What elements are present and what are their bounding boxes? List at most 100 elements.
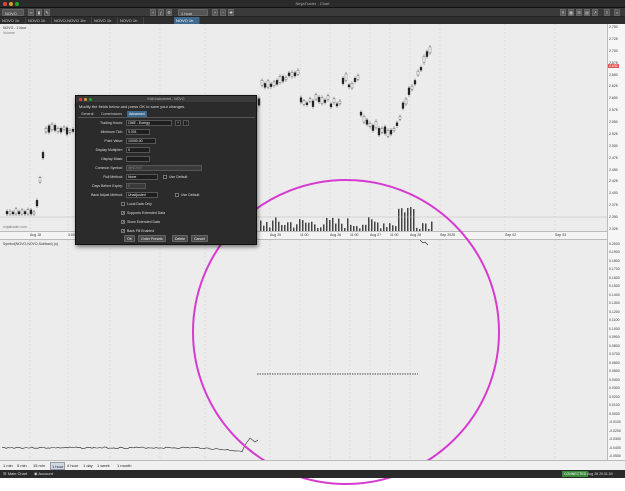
- min-tick-input[interactable]: 0.001: [126, 129, 150, 135]
- close-chart-icon[interactable]: ×: [614, 9, 620, 16]
- time-axis-tick: Aug 27: [370, 233, 382, 237]
- grid-icon[interactable]: ▦: [568, 9, 574, 16]
- display-multiplier-input[interactable]: 0: [126, 147, 150, 153]
- timeframe-button[interactable]: 15 min: [32, 462, 46, 470]
- order-presets-button[interactable]: Order Presets: [138, 235, 166, 242]
- time-axis-tick: Sep 2025: [440, 233, 455, 237]
- zoom-in-icon[interactable]: +: [212, 9, 218, 16]
- show-extended-checkbox[interactable]: ✓: [121, 220, 125, 224]
- properties-icon[interactable]: ☰: [576, 9, 582, 16]
- timeframe-button[interactable]: 1 hour: [50, 462, 66, 470]
- volume-bar: [398, 208, 400, 231]
- spread-axis-tick: 0.1500: [609, 284, 620, 289]
- volume-bar: [407, 207, 409, 231]
- candle: [329, 103, 333, 108]
- candle: [416, 71, 420, 76]
- timeframe-button[interactable]: 5 min: [16, 462, 28, 470]
- candle: [410, 85, 414, 90]
- candle: [362, 116, 366, 123]
- volume-bar: [350, 224, 352, 231]
- instrument-selector[interactable]: NOVO: [2, 9, 24, 16]
- volume-bar: [425, 223, 427, 231]
- candle: [308, 98, 312, 102]
- cancel-button[interactable]: Cancel: [191, 235, 208, 242]
- display-mask-input[interactable]: [126, 156, 150, 162]
- add-trading-hours-button[interactable]: +: [175, 120, 181, 126]
- candle: [269, 83, 273, 87]
- volume-bar: [347, 218, 349, 231]
- interval-selector[interactable]: 1 hour: [178, 9, 208, 16]
- timeframe-button[interactable]: 1 day: [82, 462, 94, 470]
- timeframe-button[interactable]: 1 min: [2, 462, 14, 470]
- days-before-expiry-input[interactable]: 0: [126, 183, 146, 189]
- timeframe-bar: 1 min 5 min 15 min 1 hour 4 hour 1 day 1 week 1…: [0, 460, 625, 470]
- point-value-label: Point Value:: [104, 139, 123, 143]
- zoom-out-icon[interactable]: −: [220, 9, 226, 16]
- volume-bar: [386, 227, 388, 231]
- local-data-only-checkbox[interactable]: [121, 202, 125, 206]
- back-fill-checkbox[interactable]: ✓: [121, 229, 125, 233]
- timeframe-button[interactable]: 1 week: [96, 462, 111, 470]
- account-tab[interactable]: ◉ Account: [34, 471, 53, 477]
- candle: [365, 119, 369, 125]
- price-axis-tick: 2.325: [609, 227, 618, 231]
- bar-type-icon[interactable]: ▮: [36, 9, 42, 16]
- candle: [305, 102, 309, 106]
- templates-icon[interactable]: ▤: [584, 9, 590, 16]
- candle: [428, 46, 432, 54]
- add-button[interactable]: +: [150, 9, 156, 16]
- link-icon[interactable]: ∞: [28, 9, 34, 16]
- edit-trading-hours-icon[interactable]: ⋮: [183, 120, 189, 126]
- candle: [26, 209, 30, 215]
- volume-bar: [263, 225, 265, 231]
- use-default-adjust-checkbox[interactable]: [175, 193, 179, 197]
- dialog-zoom-button[interactable]: [89, 97, 92, 101]
- indicators-icon[interactable]: ƒ: [158, 9, 164, 16]
- spread-axis-tick: 0.1400: [609, 292, 620, 297]
- candle: [287, 72, 291, 76]
- use-default-roll-checkbox[interactable]: [163, 175, 167, 179]
- menu-icon[interactable]: ≡: [604, 9, 610, 16]
- price-axis[interactable]: 2.750 2.725 2.700 2.675 2.650 2.625 2.600 2.575…: [607, 24, 625, 232]
- candle: [347, 84, 351, 88]
- volume-bar: [317, 227, 319, 231]
- dialog-close-button[interactable]: [79, 97, 82, 101]
- common-symbol-input[interactable]: @NOVO: [126, 165, 202, 171]
- crosshair-icon[interactable]: ✚: [228, 9, 234, 16]
- candle: [32, 211, 36, 215]
- candle: [323, 99, 327, 103]
- clock: Aug 28 20:31:34: [587, 472, 613, 476]
- delete-button[interactable]: Delete: [172, 235, 189, 242]
- dialog-minimize-button[interactable]: [84, 97, 87, 101]
- candle: [50, 123, 54, 130]
- candle: [371, 125, 375, 131]
- candle: [404, 98, 408, 105]
- drawing-tools-icon[interactable]: ✎: [44, 9, 50, 16]
- volume-bar: [365, 224, 367, 231]
- tab-chart-3[interactable]: NOVO-NOVO 1hr: [52, 17, 92, 24]
- tab-chart-1[interactable]: NOVO 1h: [0, 17, 26, 24]
- tab-chart-2[interactable]: NOVO 1h: [26, 17, 52, 24]
- supports-extended-checkbox[interactable]: ✓: [121, 211, 125, 215]
- point-value-input[interactable]: 10000.00: [126, 138, 156, 144]
- tab-chart-4[interactable]: NOVO 1h: [92, 17, 118, 24]
- spread-axis[interactable]: 0.2000 0.1900 0.1800 0.1700 0.1600 0.1500 0.14…: [607, 240, 625, 460]
- timeframe-button[interactable]: 1 month: [116, 462, 132, 470]
- spread-axis-tick: 0.1900: [609, 250, 620, 255]
- spread-axis-tick: 0.0100: [609, 403, 620, 408]
- share-icon[interactable]: ↗: [592, 9, 598, 16]
- timeframe-button[interactable]: 4 hour: [66, 462, 79, 470]
- search-icon[interactable]: ⚲: [560, 9, 566, 16]
- back-adjust-select[interactable]: Unadjusted: [126, 192, 158, 198]
- candle: [422, 56, 426, 63]
- strategies-icon[interactable]: ⚙: [166, 9, 172, 16]
- time-axis-tick: 11:00: [390, 233, 399, 237]
- spread-chart-panel[interactable]: Symbol(NOVO-NOVO,Subtract) (n): [0, 240, 607, 460]
- tab-chart-6[interactable]: NOVO 1h: [174, 17, 200, 24]
- tab-chart-5[interactable]: NOVO 1h: [118, 17, 144, 24]
- main-chart-tab[interactable]: ☰ Main Chart: [3, 471, 27, 477]
- trading-hours-select[interactable]: CME - Energy: [126, 120, 172, 126]
- price-axis-tick: 2.750: [609, 25, 618, 29]
- roll-method-select[interactable]: None: [126, 174, 158, 180]
- ok-button[interactable]: OK: [124, 235, 136, 242]
